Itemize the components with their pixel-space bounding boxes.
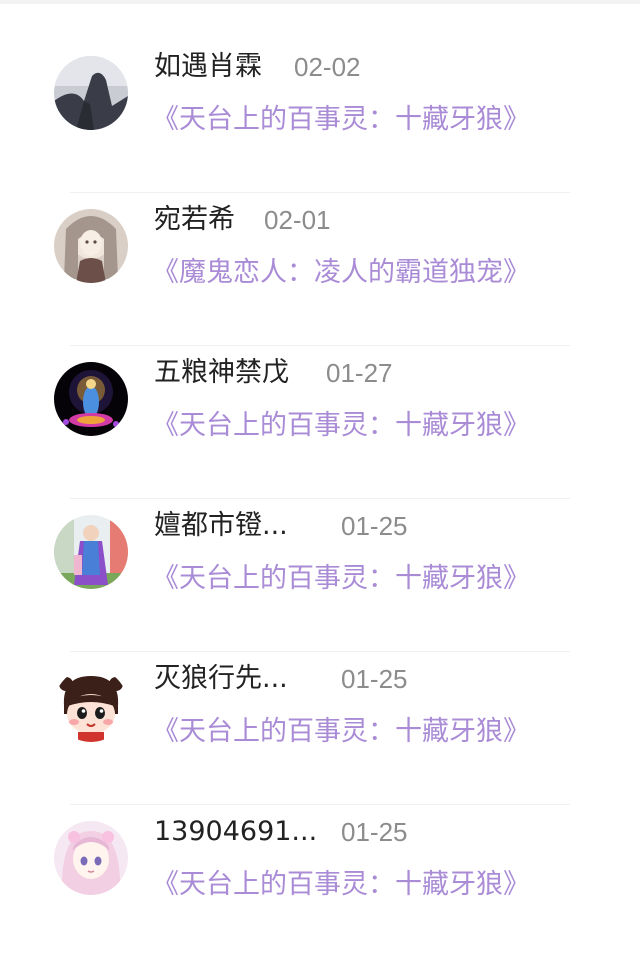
comment-row[interactable]: 宛若希 02-01 《魔鬼恋人：凌人的霸道独宠》 [0, 193, 640, 346]
avatar[interactable] [54, 668, 128, 742]
comment-date: 02-02 [294, 52, 361, 82]
comment-row[interactable]: 嬗都市镫... 01-25 《天台上的百事灵：十藏牙狼》 [0, 499, 640, 652]
comment-date: 01-25 [341, 817, 408, 847]
user-name[interactable]: 嬗都市镫... [154, 509, 288, 543]
book-title-link[interactable]: 《魔鬼恋人：凌人的霸道独宠》 [152, 256, 530, 290]
comment-date: 01-27 [326, 358, 393, 388]
comment-date: 02-01 [264, 205, 331, 235]
comment-row[interactable]: 13904691... 01-25 《天台上的百事灵：十藏牙狼》 [0, 805, 640, 958]
book-title-link[interactable]: 《天台上的百事灵：十藏牙狼》 [152, 715, 530, 749]
comment-row[interactable]: 灭狼行先... 01-25 《天台上的百事灵：十藏牙狼》 [0, 652, 640, 805]
avatar[interactable] [54, 362, 128, 436]
book-title-link[interactable]: 《天台上的百事灵：十藏牙狼》 [152, 868, 530, 902]
book-title-link[interactable]: 《天台上的百事灵：十藏牙狼》 [152, 562, 530, 596]
top-edge [0, 0, 640, 4]
comment-row[interactable]: 如遇肖霖 02-02 《天台上的百事灵：十藏牙狼》 [0, 40, 640, 193]
avatar[interactable] [54, 209, 128, 283]
avatar[interactable] [54, 56, 128, 130]
comment-date: 01-25 [341, 511, 408, 541]
user-name[interactable]: 灭狼行先... [154, 662, 288, 696]
user-name[interactable]: 如遇肖霖 [154, 50, 262, 84]
book-title-link[interactable]: 《天台上的百事灵：十藏牙狼》 [152, 103, 530, 137]
comment-date: 01-25 [341, 664, 408, 694]
user-name[interactable]: 13904691... [154, 815, 317, 849]
comment-row[interactable]: 五粮神禁戊 01-27 《天台上的百事灵：十藏牙狼》 [0, 346, 640, 499]
user-name[interactable]: 宛若希 [154, 203, 235, 237]
user-name[interactable]: 五粮神禁戊 [154, 356, 289, 390]
book-title-link[interactable]: 《天台上的百事灵：十藏牙狼》 [152, 409, 530, 443]
avatar[interactable] [54, 515, 128, 589]
avatar[interactable] [54, 821, 128, 895]
